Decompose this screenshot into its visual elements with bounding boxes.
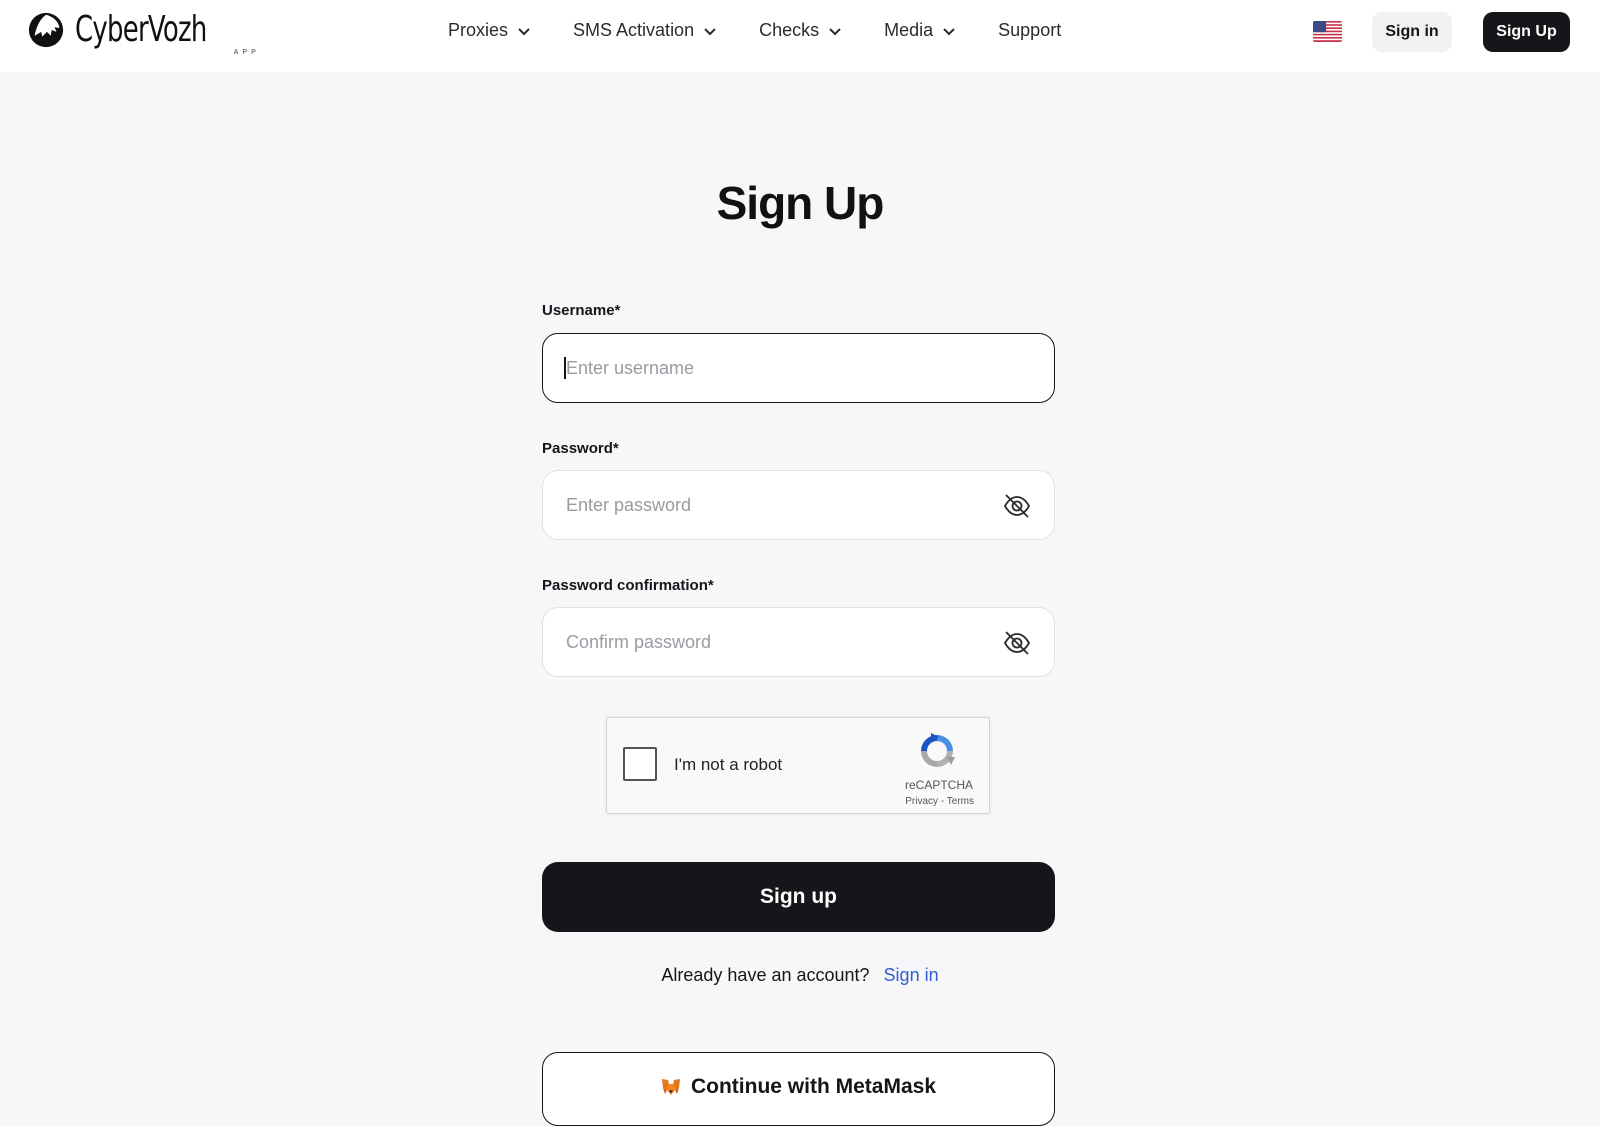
nav-label: SMS Activation	[573, 20, 695, 40]
brand-logo[interactable]: CyberVozh APP	[27, 9, 258, 56]
us-flag-icon[interactable]	[1313, 21, 1342, 42]
signup-submit-button[interactable]: Sign up	[542, 862, 1055, 932]
username-label: Username*	[542, 302, 621, 319]
top-navbar: CyberVozh APP Proxies SMS Activation Che…	[0, 0, 1600, 72]
recaptcha-links: Privacy - Terms	[905, 796, 974, 807]
nav-proxies[interactable]: Proxies	[448, 20, 531, 41]
metamask-button[interactable]: Continue with MetaMask	[542, 1052, 1055, 1126]
brand-name: CyberVozh	[75, 9, 207, 50]
password-confirm-input[interactable]	[564, 630, 988, 654]
password-confirm-label: Password confirmation*	[542, 577, 714, 594]
recaptcha-terms-link[interactable]: Terms	[947, 796, 974, 807]
text-caret	[564, 357, 566, 379]
recaptcha-brand: reCAPTCHA	[904, 778, 973, 792]
already-text: Already have an account?	[661, 965, 870, 985]
metamask-fox-icon	[661, 1079, 680, 1095]
nav-label: Media	[884, 20, 934, 40]
password-input[interactable]	[564, 493, 988, 517]
chevron-down-icon	[704, 27, 716, 35]
chevron-down-icon	[943, 27, 955, 35]
chevron-down-icon	[829, 27, 841, 35]
nav-label: Support	[998, 20, 1062, 40]
nav-media[interactable]: Media	[884, 20, 956, 41]
recaptcha-privacy-link[interactable]: Privacy	[905, 796, 938, 807]
signin-link[interactable]: Sign in	[884, 965, 939, 985]
username-input[interactable]	[564, 356, 988, 380]
main-nav: Proxies SMS Activation Checks Media Supp…	[448, 20, 1061, 41]
header-signup-button[interactable]: Sign Up	[1483, 12, 1570, 52]
nav-support[interactable]: Support	[998, 20, 1061, 41]
header-signin-button[interactable]: Sign in	[1372, 12, 1452, 52]
nav-label: Proxies	[448, 20, 509, 40]
nav-sms-activation[interactable]: SMS Activation	[573, 20, 717, 41]
recaptcha-label: I'm not a robot	[674, 755, 783, 774]
recaptcha-logo-icon	[921, 733, 955, 767]
already-have-account: Already have an account? Sign in	[0, 965, 1600, 986]
page-title: Sign Up	[716, 177, 885, 229]
chevron-down-icon	[518, 27, 530, 35]
username-field-wrapper	[542, 333, 1055, 403]
metamask-label: Continue with MetaMask	[690, 1075, 937, 1098]
nav-label: Checks	[759, 20, 820, 40]
recaptcha-checkbox[interactable]	[623, 747, 657, 781]
recaptcha-separator: -	[938, 796, 947, 807]
brand-sub: APP	[233, 49, 260, 56]
logo-mark-icon	[28, 12, 64, 47]
nav-checks[interactable]: Checks	[759, 20, 842, 41]
password-confirm-field-wrapper	[542, 607, 1055, 677]
eye-off-icon[interactable]	[1002, 628, 1032, 658]
password-field-wrapper	[542, 470, 1055, 540]
eye-off-icon[interactable]	[1002, 491, 1032, 521]
password-label: Password*	[542, 440, 619, 457]
recaptcha-widget: I'm not a robot reCAPTCHA Privacy - Term…	[606, 717, 990, 814]
